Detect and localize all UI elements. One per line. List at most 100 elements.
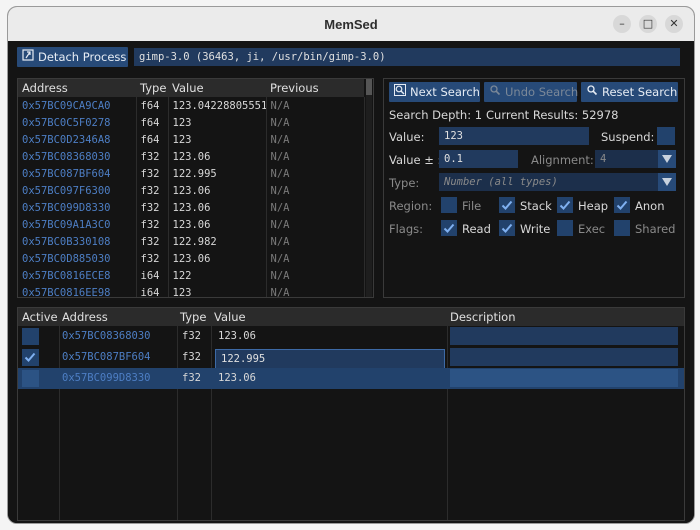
file-label: File	[462, 199, 482, 213]
type-dropdown-button[interactable]	[658, 173, 676, 191]
watch-address: 0x57BC087BF604	[62, 351, 151, 363]
heap-checkbox[interactable]	[557, 197, 573, 213]
cell-address: 0x57BC0D885030	[18, 250, 137, 267]
watch-description-input[interactable]	[450, 327, 678, 345]
maximize-button[interactable]: □	[639, 15, 657, 33]
watch-col-type[interactable]: Type	[180, 308, 206, 326]
cell-previous: N/A	[266, 131, 365, 148]
tolerance-label: Value ± :	[389, 153, 442, 167]
active-checkbox[interactable]	[22, 349, 39, 366]
cell-type: f32	[136, 250, 169, 267]
watch-type: f32	[182, 330, 201, 342]
watch-type: f32	[182, 372, 201, 384]
file-checkbox[interactable]	[441, 197, 457, 213]
results-scrollbar[interactable]	[366, 79, 372, 297]
exec-checkbox[interactable]	[557, 220, 573, 236]
table-row[interactable]: 0x57BC08368030 f32 123.06 N/A	[18, 148, 365, 165]
table-row[interactable]: 0x57BC0816ECE8 i64 122 N/A	[18, 267, 365, 284]
type-select[interactable]: Number (all types)	[439, 173, 660, 191]
table-row[interactable]: 0x57BC0D885030 f32 123.06 N/A	[18, 250, 365, 267]
cell-type: f32	[136, 182, 169, 199]
results-col-address[interactable]: Address	[22, 79, 68, 97]
watch-col-description[interactable]: Description	[450, 308, 516, 326]
value-input[interactable]: 123	[439, 127, 589, 145]
chevron-down-icon	[662, 155, 672, 163]
anon-checkbox[interactable]	[614, 197, 630, 213]
results-panel: Address Type Value Previous 0x57BC09CA9C…	[17, 78, 374, 298]
detach-icon	[22, 47, 34, 67]
results-col-value[interactable]: Value	[172, 79, 204, 97]
table-row[interactable]: 0x57BC0C5F0278 f64 123 N/A	[18, 114, 365, 131]
shared-checkbox[interactable]	[614, 220, 630, 236]
table-row[interactable]: 0x57BC09A1A3C0 f32 123.06 N/A	[18, 216, 365, 233]
watch-col-address[interactable]: Address	[62, 308, 108, 326]
table-row[interactable]: 0x57BC09CA9CA0 f64 123.04228805551€ N/A	[18, 97, 365, 114]
watch-value[interactable]: 123.06	[218, 330, 256, 342]
close-button[interactable]: ✕	[665, 15, 683, 33]
watch-row[interactable]: 0x57BC08368030 f32 123.06	[18, 326, 684, 347]
suspend-checkbox[interactable]	[657, 127, 675, 145]
next-search-button[interactable]: Next Search	[389, 82, 480, 102]
table-row[interactable]: 0x57BC0B330108 f32 122.982 N/A	[18, 233, 365, 250]
table-row[interactable]: 0x57BC0816EE98 i64 123 N/A	[18, 284, 365, 297]
cell-address: 0x57BC099D8330	[18, 199, 137, 216]
results-header: Address Type Value Previous	[18, 79, 364, 97]
results-col-type[interactable]: Type	[140, 79, 166, 97]
watch-value[interactable]: 123.06	[218, 372, 256, 384]
exec-label: Exec	[578, 222, 606, 236]
stack-checkbox[interactable]	[499, 197, 515, 213]
cell-previous: N/A	[266, 233, 365, 250]
watch-value-input[interactable]: 122.995	[215, 349, 445, 369]
cell-type: f32	[136, 165, 169, 182]
alignment-dropdown-button[interactable]	[658, 150, 676, 168]
cell-type: i64	[136, 267, 169, 284]
write-checkbox[interactable]	[499, 220, 515, 236]
cell-value: 123	[168, 284, 267, 297]
cell-value: 123	[168, 131, 267, 148]
alignment-select[interactable]: 4	[595, 150, 658, 168]
detach-process-button[interactable]: Detach Process	[17, 47, 128, 67]
reset-search-label: Reset Search	[602, 85, 678, 99]
search-panel: Next Search Undo Search Reset Search Sea…	[383, 78, 685, 298]
tolerance-input[interactable]: 0.1	[439, 150, 518, 168]
cell-previous: N/A	[266, 216, 365, 233]
cell-previous: N/A	[266, 148, 365, 165]
process-info-field[interactable]: gimp-3.0 (36463, ji, /usr/bin/gimp-3.0)	[134, 48, 680, 66]
shared-label: Shared	[635, 222, 676, 236]
alignment-label: Alignment:	[531, 153, 594, 167]
app-window: MemSed – □ ✕ Detach Process gimp-3.0 (36…	[7, 6, 695, 524]
table-row[interactable]: 0x57BC087BF604 f32 122.995 N/A	[18, 165, 365, 182]
watch-row[interactable]: 0x57BC099D8330 f32 123.06	[18, 368, 684, 389]
cell-address: 0x57BC097F6300	[18, 182, 137, 199]
suspend-label: Suspend:	[601, 130, 655, 144]
cell-previous: N/A	[266, 267, 365, 284]
minimize-button[interactable]: –	[613, 15, 631, 33]
watch-col-value[interactable]: Value	[214, 308, 246, 326]
flags-label: Flags:	[389, 222, 424, 236]
reset-search-icon	[586, 82, 598, 102]
read-checkbox[interactable]	[441, 220, 457, 236]
results-col-previous[interactable]: Previous	[270, 79, 319, 97]
table-row[interactable]: 0x57BC099D8330 f32 123.06 N/A	[18, 199, 365, 216]
cell-type: f64	[136, 114, 169, 131]
reset-search-button[interactable]: Reset Search	[581, 82, 678, 102]
undo-search-button[interactable]: Undo Search	[484, 82, 579, 102]
next-search-label: Next Search	[410, 85, 480, 99]
watch-description-input[interactable]	[450, 348, 678, 366]
table-row[interactable]: 0x57BC097F6300 f32 123.06 N/A	[18, 182, 365, 199]
write-label: Write	[520, 222, 551, 236]
value-label: Value:	[389, 130, 425, 144]
window-title: MemSed	[324, 17, 378, 32]
watch-row[interactable]: 0x57BC087BF604 f32 122.995	[18, 347, 684, 369]
cell-value: 123.06	[168, 182, 267, 199]
results-scrollbar-thumb[interactable]	[366, 79, 372, 95]
table-row[interactable]: 0x57BC0D2346A8 f64 123 N/A	[18, 131, 365, 148]
titlebar[interactable]: MemSed – □ ✕	[8, 7, 694, 41]
active-checkbox[interactable]	[22, 328, 39, 345]
search-icon	[394, 82, 406, 102]
cell-address: 0x57BC0816EE98	[18, 284, 137, 297]
undo-search-label: Undo Search	[505, 85, 579, 99]
watch-description-input[interactable]	[450, 369, 678, 387]
active-checkbox[interactable]	[22, 370, 39, 387]
watch-col-active[interactable]: Active	[22, 308, 58, 326]
